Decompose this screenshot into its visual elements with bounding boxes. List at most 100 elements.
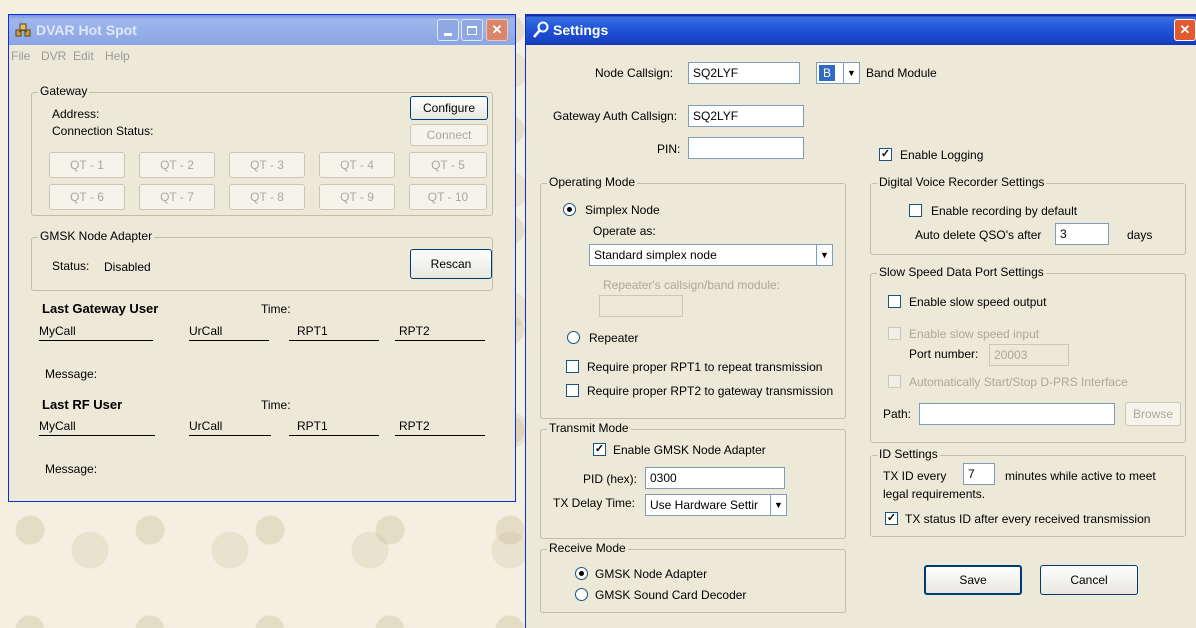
configure-button[interactable]: Configure [410, 96, 488, 120]
days-label: days [1127, 228, 1153, 242]
connect-button[interactable]: Connect [410, 124, 488, 146]
pin-input[interactable] [688, 137, 804, 159]
gateway-auth-input[interactable]: SQ2LYF [688, 105, 804, 127]
last-rf-message-label: Message: [45, 462, 98, 476]
qt-1-button[interactable]: QT - 1 [49, 152, 125, 178]
minimize-icon [444, 32, 452, 36]
menu-edit[interactable]: Edit [73, 49, 94, 63]
require-rpt1-checkbox[interactable] [566, 360, 579, 373]
qt-2-button[interactable]: QT - 2 [139, 152, 215, 178]
band-module-value: B [819, 65, 836, 81]
last-rf-urcall: UrCall [189, 419, 223, 433]
operate-as-label: Operate as: [593, 224, 656, 238]
tx-delay-label: TX Delay Time: [553, 496, 636, 510]
repeater-label: Repeater [589, 331, 639, 345]
qt-5-button[interactable]: QT - 5 [409, 152, 487, 178]
chevron-down-icon[interactable]: ▼ [770, 495, 786, 515]
operate-as-value: Standard simplex node [594, 248, 717, 262]
last-gateway-mycall-line [39, 340, 153, 341]
close-icon: ✕ [1179, 22, 1191, 37]
qt-7-button[interactable]: QT - 7 [139, 184, 215, 210]
enable-recording-label: Enable recording by default [931, 204, 1078, 218]
simplex-node-label: Simplex Node [585, 203, 660, 217]
qt-4-button[interactable]: QT - 4 [319, 152, 395, 178]
enable-output-checkbox[interactable] [888, 295, 901, 308]
settings-close-button[interactable]: ✕ [1174, 19, 1196, 41]
pid-input[interactable]: 0300 [645, 467, 785, 489]
auto-delete-input[interactable]: 3 [1055, 223, 1109, 245]
last-rf-rpt1: RPT1 [297, 419, 328, 433]
cancel-button[interactable]: Cancel [1040, 565, 1138, 595]
hotspot-titlebar[interactable]: DVAR Hot Spot ✕ [9, 15, 515, 45]
browse-button[interactable]: Browse [1125, 402, 1181, 426]
receive-mode-group: Receive Mode GMSK Node Adapter GMSK Soun… [540, 541, 846, 613]
qt-10-button[interactable]: QT - 10 [409, 184, 487, 210]
last-gateway-heading: Last Gateway User [42, 301, 159, 316]
minimize-button[interactable] [437, 19, 459, 41]
transmit-mode-legend: Transmit Mode [547, 421, 631, 435]
maximize-button[interactable] [461, 19, 483, 41]
tx-id-input[interactable]: 7 [963, 463, 995, 485]
sound-card-radio[interactable] [575, 588, 588, 601]
menu-help[interactable]: Help [105, 49, 130, 63]
enable-gmsk-label: Enable GMSK Node Adapter [613, 443, 766, 457]
gmsk-status-value: Disabled [104, 260, 151, 274]
enable-logging-label: Enable Logging [900, 148, 984, 162]
gateway-auth-label: Gateway Auth Callsign: [553, 109, 678, 123]
band-module-select[interactable]: B ▼ [816, 62, 860, 84]
close-icon: ✕ [491, 22, 503, 37]
enable-recording-checkbox[interactable] [909, 204, 922, 217]
hotspot-window: DVAR Hot Spot ✕ File DVR Edit Help Gatew… [8, 14, 516, 502]
qt-6-button[interactable]: QT - 6 [49, 184, 125, 210]
node-callsign-label: Node Callsign: [595, 66, 674, 80]
enable-gmsk-checkbox[interactable]: ✓ [593, 443, 606, 456]
menu-file[interactable]: File [11, 49, 30, 63]
tx-status-checkbox[interactable]: ✓ [885, 512, 898, 525]
last-rf-rpt2: RPT2 [399, 419, 430, 433]
chevron-down-icon[interactable]: ▼ [816, 245, 832, 265]
require-rpt2-checkbox[interactable] [566, 384, 579, 397]
chevron-down-icon[interactable]: ▼ [843, 63, 859, 83]
gateway-address-label: Address: [52, 107, 100, 121]
path-input[interactable] [919, 403, 1115, 425]
last-gateway-time-label: Time: [261, 302, 291, 316]
hotspot-title: DVAR Hot Spot [36, 22, 137, 38]
qt-3-button[interactable]: QT - 3 [229, 152, 305, 178]
gmsk-status-label: Status: [52, 259, 90, 273]
tx-delay-select[interactable]: Use Hardware Settir ▼ [645, 494, 787, 516]
auto-dprs-checkbox[interactable] [888, 375, 901, 388]
enable-logging-checkbox[interactable]: ✓ [879, 148, 892, 161]
path-label: Path: [883, 407, 912, 421]
rescan-button[interactable]: Rescan [410, 249, 492, 279]
last-gateway-rpt1: RPT1 [297, 324, 328, 338]
transmit-mode-group: Transmit Mode ✓ Enable GMSK Node Adapter… [540, 421, 846, 539]
last-gateway-message-label: Message: [45, 367, 98, 381]
last-gateway-urcall-line [189, 340, 269, 341]
enable-input-checkbox[interactable] [888, 327, 901, 340]
port-number-input[interactable]: 20003 [989, 344, 1069, 366]
close-button[interactable]: ✕ [486, 19, 508, 41]
gmsk-adapter-radio[interactable] [575, 567, 588, 580]
auto-delete-label: Auto delete QSO's after [915, 228, 1042, 242]
qt-9-button[interactable]: QT - 9 [319, 184, 395, 210]
dvr-settings-legend: Digital Voice Recorder Settings [877, 175, 1047, 189]
last-gateway-urcall: UrCall [189, 324, 223, 338]
require-rpt1-label: Require proper RPT1 to repeat transmissi… [587, 360, 823, 374]
save-button[interactable]: Save [924, 565, 1022, 595]
qt-8-button[interactable]: QT - 8 [229, 184, 305, 210]
simplex-node-radio[interactable] [563, 203, 576, 216]
receive-mode-legend: Receive Mode [547, 541, 628, 555]
repeater-radio[interactable] [567, 331, 580, 344]
repeater-callsign-input[interactable] [599, 295, 683, 317]
enable-input-label: Enable slow speed input [909, 327, 1040, 341]
last-gateway-rpt2-line [395, 340, 485, 341]
last-rf-mycall-line [39, 435, 155, 436]
last-gateway-rpt1-line [289, 340, 379, 341]
menu-dvr[interactable]: DVR [41, 49, 66, 63]
node-callsign-input[interactable]: SQ2LYF [688, 62, 800, 84]
tx-status-label: TX status ID after every received transm… [905, 512, 1151, 526]
settings-titlebar[interactable]: Settings ✕ [526, 15, 1196, 45]
operate-as-select[interactable]: Standard simplex node ▼ [589, 244, 833, 266]
last-rf-mycall: MyCall [39, 419, 76, 433]
hotspot-menubar: File DVR Edit Help [9, 45, 515, 67]
